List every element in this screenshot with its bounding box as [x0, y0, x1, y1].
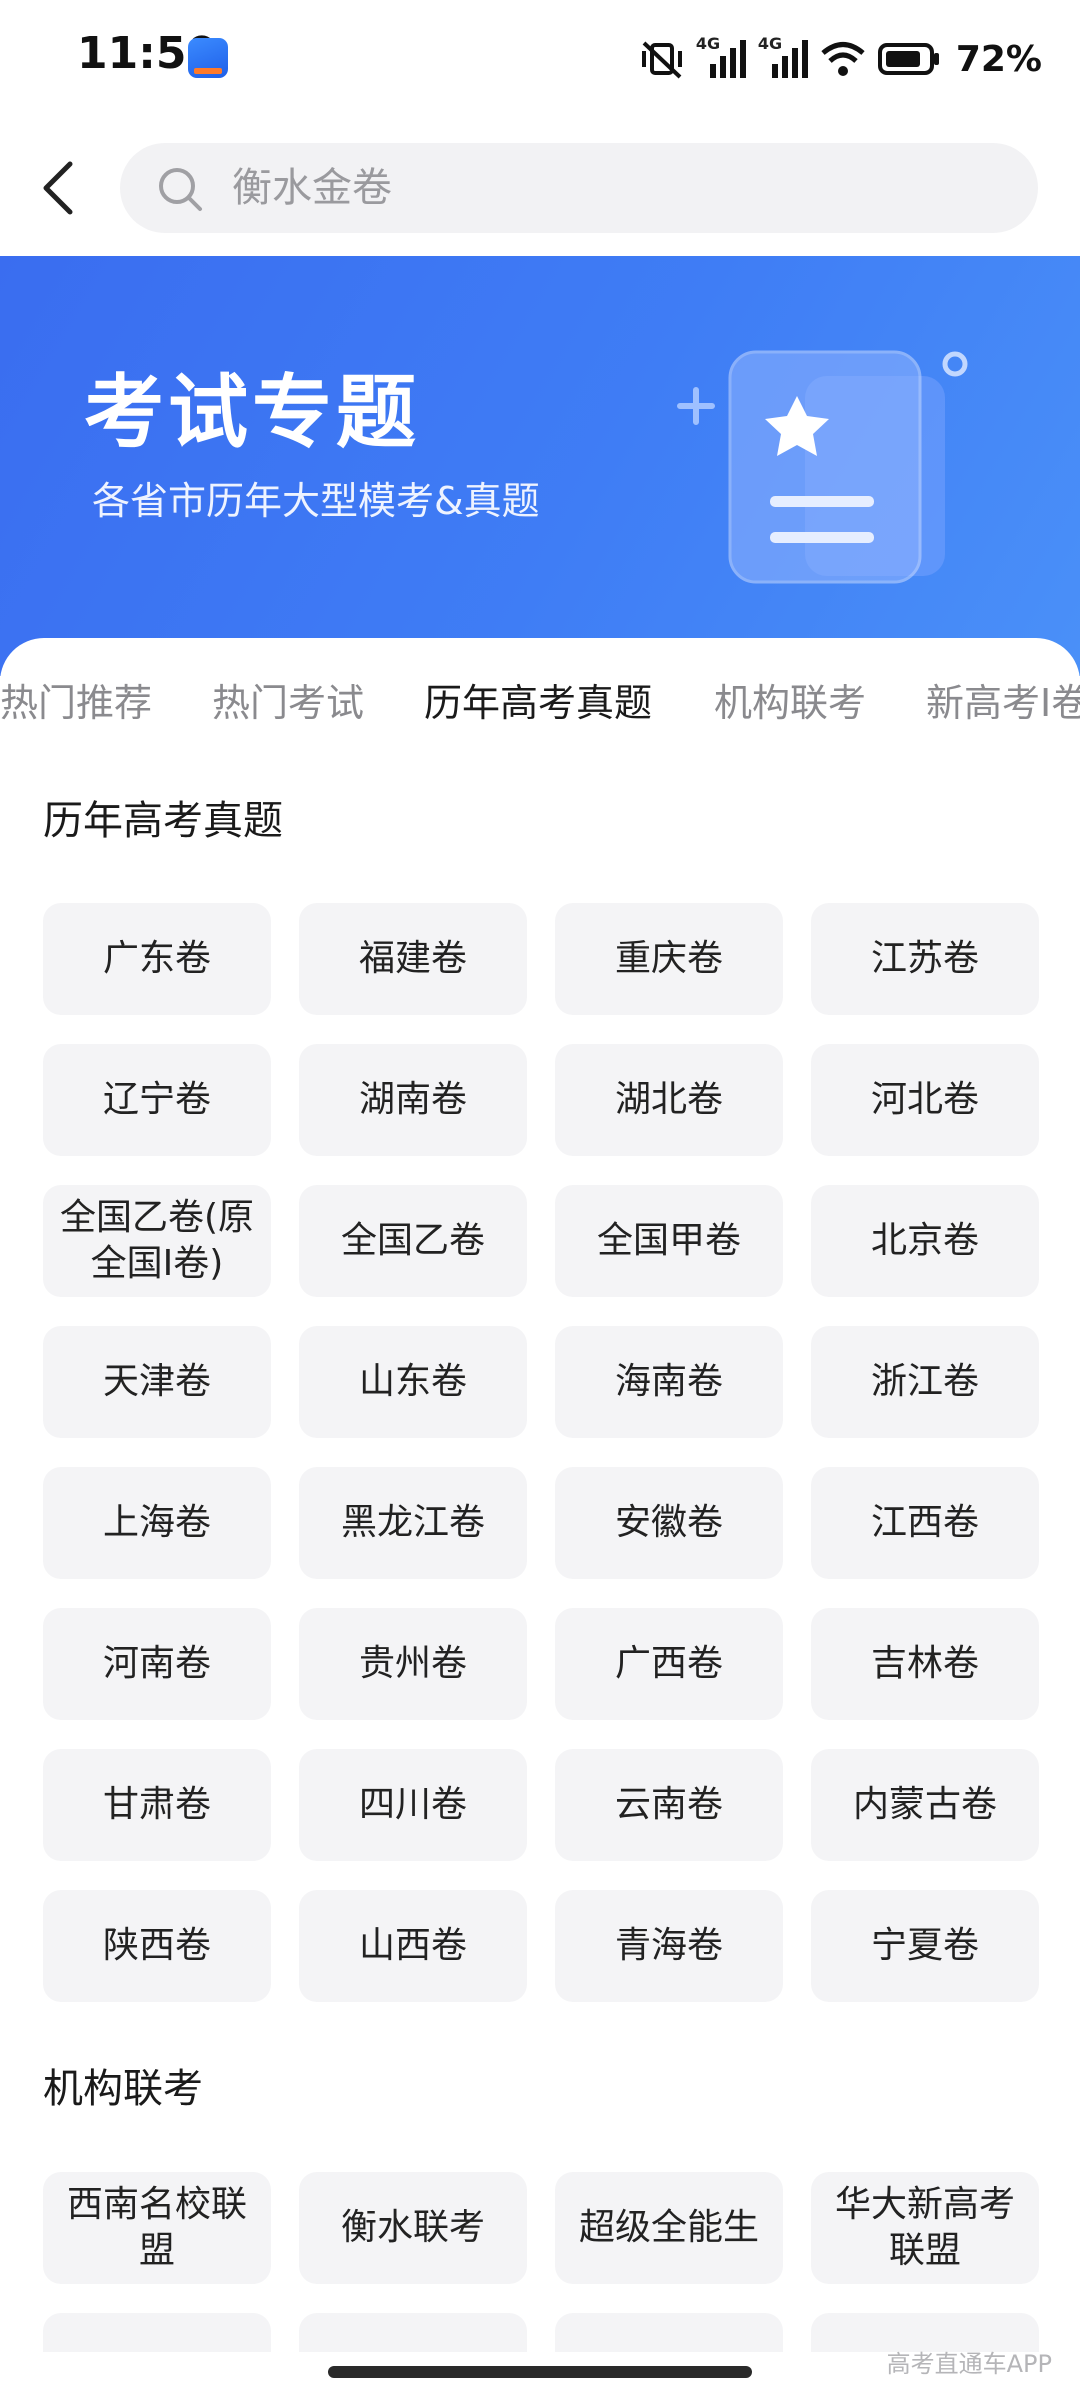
tab-hot-recommend[interactable]: 热门推荐 — [0, 668, 152, 738]
tab-joint-exams[interactable]: 机构联考 — [714, 668, 866, 738]
signal-2-icon: 4G — [758, 34, 808, 80]
exam-chip[interactable]: 陕西卷 — [43, 1890, 271, 2002]
exam-chip[interactable]: 全国乙卷 — [299, 1185, 527, 1297]
battery-icon — [877, 43, 939, 75]
banner-subtitle: 各省市历年大型模考&真题 — [92, 479, 540, 523]
exam-chip-partial[interactable] — [299, 2313, 527, 2353]
section-title-past-exams: 历年高考真题 — [43, 798, 283, 844]
status-icons: 4G 4G 72% — [640, 34, 1042, 84]
exam-chip[interactable]: 河南卷 — [43, 1608, 271, 1720]
exam-chip[interactable]: 西南名校联盟 — [43, 2172, 271, 2284]
exam-chip[interactable]: 湖南卷 — [299, 1044, 527, 1156]
section-title-joint-exams: 机构联考 — [43, 2066, 203, 2112]
exam-chip[interactable]: 山东卷 — [299, 1326, 527, 1438]
banner: 考试专题 各省市历年大型模考&真题 — [0, 256, 1080, 676]
exam-chip[interactable]: 吉林卷 — [811, 1608, 1039, 1720]
wifi-icon — [821, 42, 865, 76]
tab-hot-exams[interactable]: 热门考试 — [212, 668, 364, 738]
exam-chip[interactable]: 超级全能生 — [555, 2172, 783, 2284]
vibrate-off-icon — [641, 41, 682, 79]
exam-chip[interactable]: 安徽卷 — [555, 1467, 783, 1579]
watermark: 高考直通车APP — [886, 2350, 1052, 2378]
exam-chip[interactable]: 黑龙江卷 — [299, 1467, 527, 1579]
exam-chip[interactable]: 海南卷 — [555, 1326, 783, 1438]
exam-chip[interactable]: 广西卷 — [555, 1608, 783, 1720]
battery-percentage: 72% — [955, 38, 1042, 80]
exam-chip[interactable]: 江苏卷 — [811, 903, 1039, 1015]
banner-title: 考试专题 — [84, 366, 420, 459]
exam-chip[interactable]: 福建卷 — [299, 903, 527, 1015]
network-type-2: 4G — [757, 34, 783, 53]
home-indicator[interactable] — [328, 2366, 752, 2378]
tab-bar: 热门推荐 热门考试 历年高考真题 机构联考 新高考Ⅰ卷 — [0, 668, 1080, 758]
exam-chip[interactable]: 北京卷 — [811, 1185, 1039, 1297]
exam-chip[interactable]: 浙江卷 — [811, 1326, 1039, 1438]
app-notification-icon — [188, 38, 228, 78]
exam-chip[interactable]: 重庆卷 — [555, 903, 783, 1015]
exam-chip[interactable]: 江西卷 — [811, 1467, 1039, 1579]
exam-chip[interactable]: 贵州卷 — [299, 1608, 527, 1720]
exam-chip-partial[interactable] — [43, 2313, 271, 2353]
exam-chip-partial[interactable] — [555, 2313, 783, 2353]
signal-1-icon: 4G — [696, 34, 746, 80]
exam-chip[interactable]: 青海卷 — [555, 1890, 783, 2002]
search-box[interactable] — [120, 143, 1038, 233]
tab-past-exams[interactable]: 历年高考真题 — [424, 668, 652, 738]
exam-chip[interactable]: 全国乙卷(原全国Ⅰ卷) — [43, 1185, 271, 1297]
exam-chip[interactable]: 辽宁卷 — [43, 1044, 271, 1156]
back-button[interactable] — [34, 158, 84, 218]
search-icon — [159, 168, 202, 211]
exam-chip[interactable]: 云南卷 — [555, 1749, 783, 1861]
search-input[interactable] — [232, 143, 992, 233]
exam-chip[interactable]: 全国甲卷 — [555, 1185, 783, 1297]
status-bar: 11:50 4G 4G 72% — [0, 0, 1080, 118]
exam-chip[interactable]: 衡水联考 — [299, 2172, 527, 2284]
exam-chip[interactable]: 宁夏卷 — [811, 1890, 1039, 2002]
exam-chip[interactable]: 天津卷 — [43, 1326, 271, 1438]
exam-chip[interactable]: 上海卷 — [43, 1467, 271, 1579]
exam-chip[interactable]: 内蒙古卷 — [811, 1749, 1039, 1861]
exam-chip[interactable]: 湖北卷 — [555, 1044, 783, 1156]
content-panel: 热门推荐 热门考试 历年高考真题 机构联考 新高考Ⅰ卷 历年高考真题 广东卷 福建… — [0, 638, 1080, 2400]
exam-chip[interactable]: 四川卷 — [299, 1749, 527, 1861]
chevron-left-icon — [43, 161, 73, 215]
exam-chip[interactable]: 华大新高考联盟 — [811, 2172, 1039, 2284]
tab-new-gaokao-1[interactable]: 新高考Ⅰ卷 — [926, 668, 1080, 738]
document-star-illustration — [677, 350, 968, 584]
exam-chip[interactable]: 广东卷 — [43, 903, 271, 1015]
exam-chip[interactable]: 甘肃卷 — [43, 1749, 271, 1861]
exam-chip[interactable]: 河北卷 — [811, 1044, 1039, 1156]
network-type-1: 4G — [695, 34, 721, 53]
exam-chip[interactable]: 山西卷 — [299, 1890, 527, 2002]
